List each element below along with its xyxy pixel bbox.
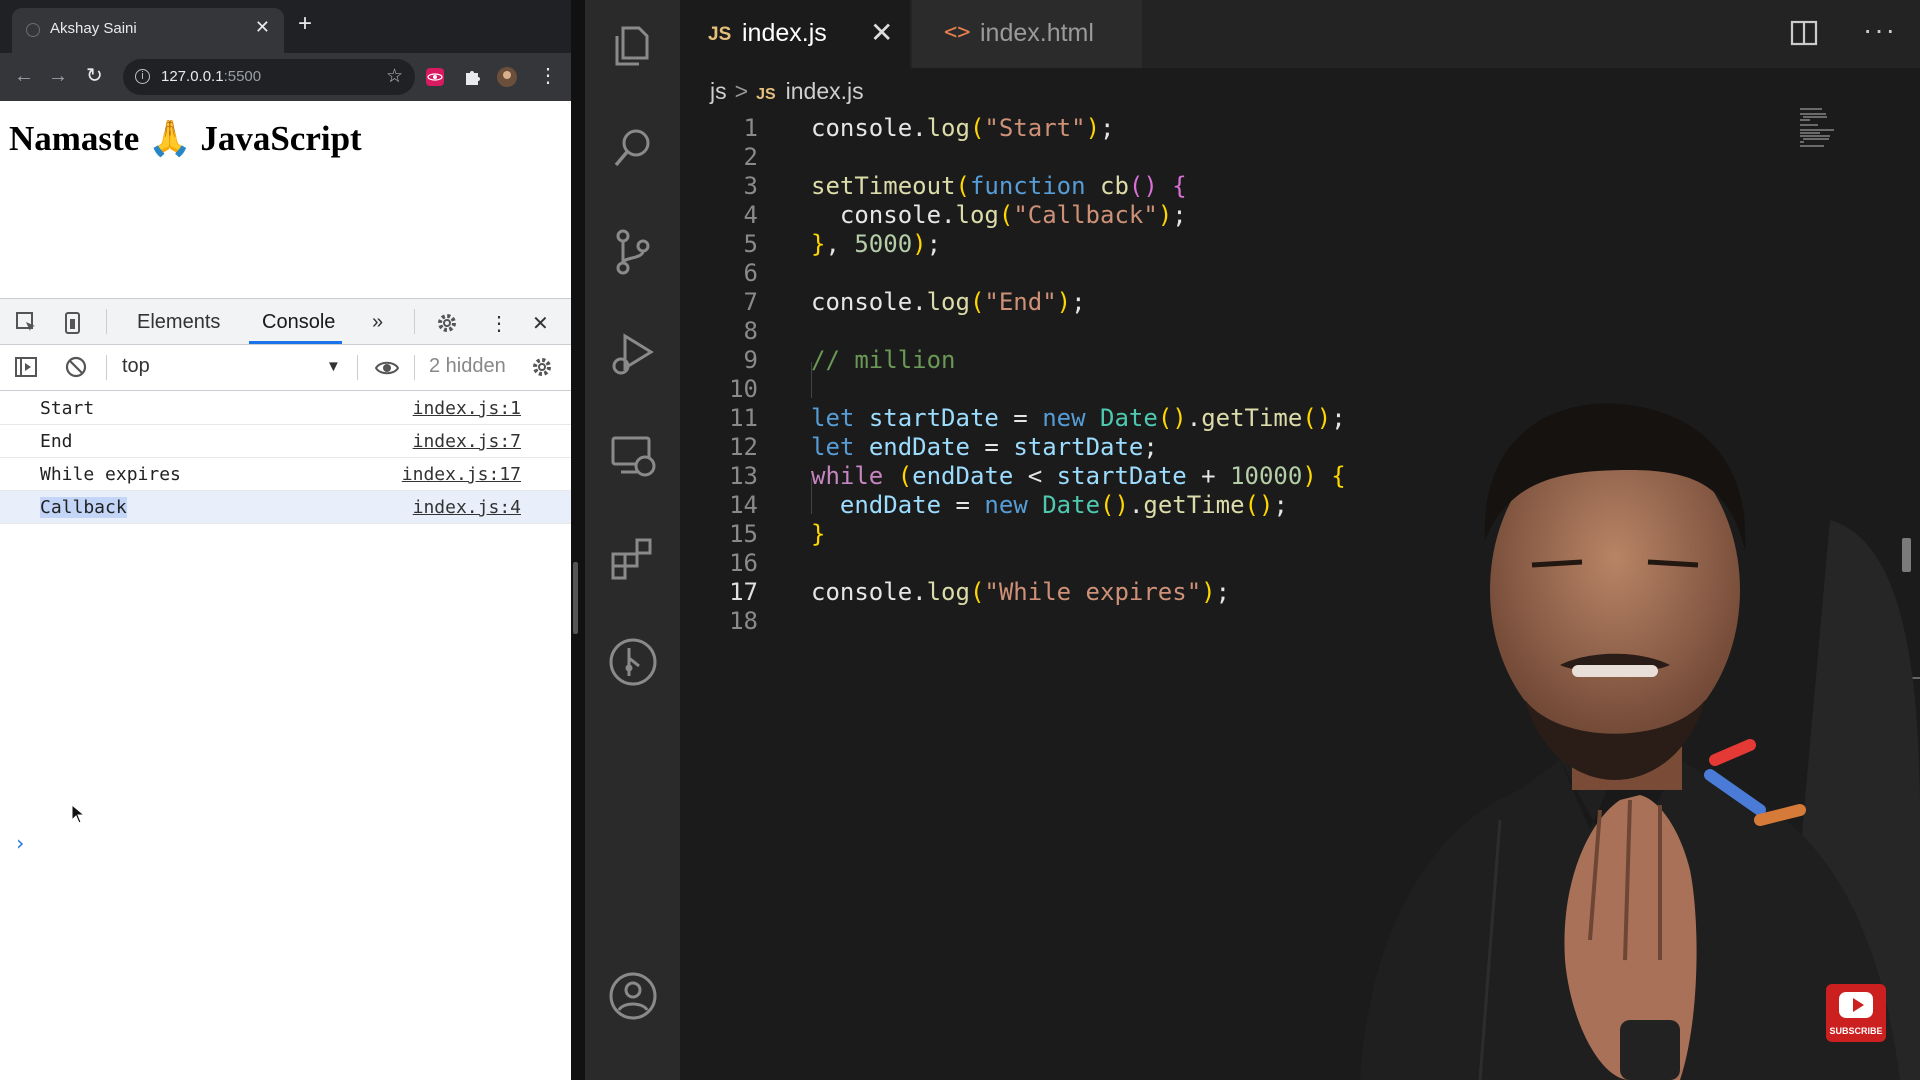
breadcrumb: js > JS index.js [710,78,864,105]
settings-gear-icon[interactable] [435,311,459,335]
info-icon[interactable]: i [135,69,150,84]
console-source-link[interactable]: index.js:7 [413,431,521,452]
page-heading: Namaste 🙏 JavaScript [9,119,362,158]
console-message: While expires index.js:17 [0,458,571,491]
address-url[interactable]: 127.0.0.1:5500 [161,68,261,85]
split-editor-icon[interactable] [1790,20,1818,46]
tab-index-html[interactable]: <> index.html [912,0,1142,68]
code-line[interactable]: }, 5000); [811,226,941,262]
explorer-files-icon[interactable] [607,20,659,72]
more-actions-icon[interactable]: ··· [1863,14,1897,46]
forward-icon[interactable]: → [48,64,68,88]
tab-index-js[interactable]: JS index.js ✕ [680,0,910,68]
active-tab-indicator [249,341,342,344]
inspect-element-icon[interactable] [15,311,39,335]
code-line[interactable]: console.log("While expires"); [811,574,1230,610]
address-bar[interactable]: i 127.0.0.1:5500 ☆ [123,59,415,95]
js-file-icon: JS [708,24,732,45]
remote-explorer-icon[interactable] [607,430,659,482]
devtools-panel: Elements Console » ⋮ ✕ top ▼ 2 hidden St… [0,298,571,1080]
browser-window: Akshay Saini ✕ + ← → ↻ i 127.0.0.1:5500 … [0,0,571,1080]
code-line[interactable]: // million [811,342,956,378]
devtools-tabbar: Elements Console » ⋮ ✕ [0,299,571,345]
back-icon[interactable]: ← [14,64,34,88]
accounts-icon[interactable] [607,970,659,1022]
source-control-icon[interactable] [607,226,659,278]
clear-console-icon[interactable] [64,355,88,379]
code-line[interactable]: endDate = new Date().getTime(); [811,487,1288,523]
git-graph-icon[interactable] [607,636,659,688]
chevron-down-icon[interactable]: ▼ [326,358,341,375]
browser-tab-strip: Akshay Saini ✕ + [0,0,571,53]
mouse-cursor-icon [71,804,85,824]
device-toolbar-icon[interactable] [62,311,86,335]
console-message-text: Callback [40,497,127,518]
tab-console[interactable]: Console [262,311,335,334]
extensions-puzzle-icon[interactable] [462,67,482,87]
console-source-link[interactable]: index.js:1 [413,398,521,419]
console-message-text: While expires [40,464,181,485]
show-sidebar-icon[interactable] [14,355,38,379]
chevron-right-icon: > [734,78,749,104]
code-line[interactable]: console.log("Start"); [811,110,1114,146]
console-message-text: Start [40,398,95,419]
console-message-text: End [40,431,73,452]
devtools-menu-icon[interactable]: ⋮ [489,311,509,336]
reload-icon[interactable]: ↻ [86,64,103,88]
hidden-messages-count[interactable]: 2 hidden [429,355,506,378]
context-selector[interactable]: top [122,355,150,378]
console-message-selected: Callback index.js:4 [0,491,571,524]
close-devtools-icon[interactable]: ✕ [532,311,549,336]
presenter-webcam-image [1360,403,1920,1080]
js-file-icon: JS [756,86,776,103]
search-icon[interactable] [607,122,659,174]
window-splitter[interactable] [571,0,585,1080]
extension-react-icon[interactable] [425,67,445,87]
console-message: Start index.js:1 [0,392,571,425]
tab-label[interactable]: index.html [980,19,1094,48]
browser-toolbar: ← → ↻ i 127.0.0.1:5500 ☆ ⋮ [0,53,571,101]
tab-label[interactable]: index.js [742,19,827,48]
html-file-icon: <> [944,20,971,45]
editor-tabs: JS index.js ✕ <> index.html ··· [680,0,1920,68]
code-line[interactable]: } [811,516,825,552]
tab-elements[interactable]: Elements [137,311,220,334]
browser-tab-title: Akshay Saini [50,20,137,37]
live-expression-eye-icon[interactable] [375,356,399,380]
code-line[interactable]: console.log("End"); [811,284,1086,320]
console-source-link[interactable]: index.js:4 [413,497,521,518]
splitter-grip[interactable] [573,562,578,634]
breadcrumb-file[interactable]: index.js [786,78,864,104]
globe-icon [26,23,40,37]
console-message: End index.js:7 [0,425,571,458]
bookmark-star-icon[interactable]: ☆ [386,65,403,88]
browser-menu-icon[interactable]: ⋮ [538,64,558,88]
profile-avatar-icon[interactable] [497,67,517,87]
subscribe-badge[interactable]: SUBSCRIBE [1826,984,1886,1042]
extensions-icon[interactable] [607,532,659,584]
breadcrumb-folder[interactable]: js [710,78,727,104]
browser-tab[interactable]: Akshay Saini ✕ [12,8,284,53]
run-debug-icon[interactable] [607,328,659,380]
activity-bar [585,0,680,1080]
console-prompt[interactable]: › [14,831,26,855]
console-source-link[interactable]: index.js:17 [402,464,521,485]
close-tab-icon[interactable]: ✕ [870,16,893,49]
console-settings-gear-icon[interactable] [530,355,554,379]
new-tab-button[interactable]: + [298,12,312,36]
minimap[interactable] [1800,108,1880,148]
line-number: 18 [729,607,758,635]
console-toolbar: top ▼ 2 hidden [0,345,571,391]
close-tab-icon[interactable]: ✕ [255,17,270,38]
more-tabs-icon[interactable]: » [372,311,383,334]
